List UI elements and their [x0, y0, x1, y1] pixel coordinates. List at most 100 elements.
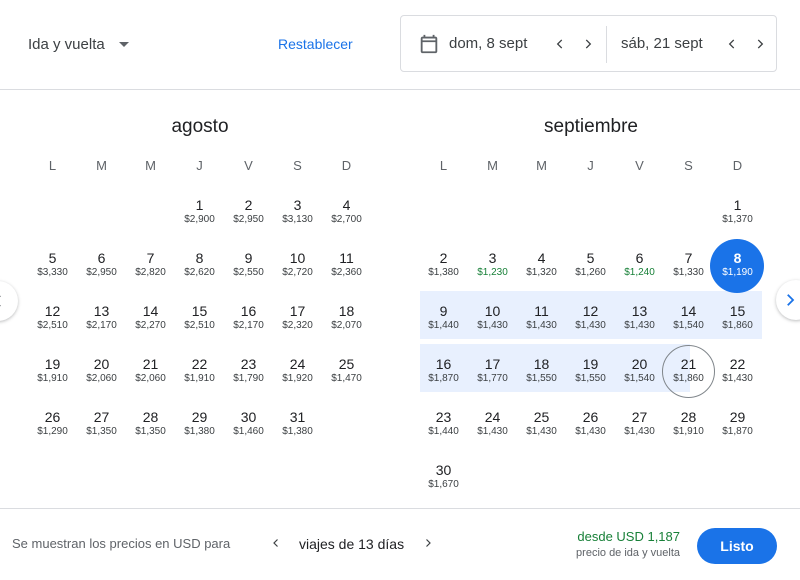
day-number: 25: [533, 409, 550, 425]
day-number: 8: [733, 250, 742, 266]
day-price: $2,950: [86, 267, 117, 278]
day-price: $2,070: [331, 320, 362, 331]
weekday-header: L: [439, 158, 448, 173]
calendar-day[interactable]: 3 $1,230: [468, 239, 517, 291]
day-number: 4: [537, 250, 546, 266]
day-number: 20: [93, 356, 110, 372]
calendar-day[interactable]: 27 $1,350: [77, 398, 126, 450]
departure-next-button[interactable]: [579, 35, 597, 53]
calendar-day[interactable]: 9 $1,440: [419, 292, 468, 344]
calendar-day[interactable]: 7 $2,820: [126, 239, 175, 291]
calendar-day[interactable]: 14 $2,270: [126, 292, 175, 344]
return-date-field[interactable]: sáb, 21 sept: [621, 35, 703, 52]
day-price: $3,330: [37, 267, 68, 278]
day-number: 3: [293, 197, 302, 213]
calendar-day[interactable]: 19 $1,910: [28, 345, 77, 397]
calendar-day[interactable]: 23 $1,440: [419, 398, 468, 450]
calendar-day[interactable]: 15 $2,510: [175, 292, 224, 344]
day-price: $2,320: [282, 320, 313, 331]
day-number: 29: [729, 409, 746, 425]
calendar-day[interactable]: 29 $1,870: [713, 398, 762, 450]
calendar-day[interactable]: 4 $2,700: [322, 186, 371, 238]
calendar-day[interactable]: 1 $2,900: [175, 186, 224, 238]
calendar-day[interactable]: 13 $1,430: [615, 292, 664, 344]
calendar-day[interactable]: 3 $3,130: [273, 186, 322, 238]
trip-length-next-button[interactable]: [419, 534, 437, 552]
calendar-day[interactable]: 10 $1,430: [468, 292, 517, 344]
calendar-day[interactable]: 2 $2,950: [224, 186, 273, 238]
calendar-day[interactable]: 27 $1,430: [615, 398, 664, 450]
calendar-day[interactable]: 16 $1,870: [419, 345, 468, 397]
calendar-day[interactable]: 14 $1,540: [664, 292, 713, 344]
calendar-day[interactable]: 25 $1,470: [322, 345, 371, 397]
calendar-day[interactable]: 2 $1,380: [419, 239, 468, 291]
calendar-day[interactable]: 6 $2,950: [77, 239, 126, 291]
calendar-day[interactable]: 8 $2,620: [175, 239, 224, 291]
calendar-day[interactable]: 4 $1,320: [517, 239, 566, 291]
day-price: $1,550: [526, 373, 557, 384]
departure-date-field[interactable]: dom, 8 sept: [449, 35, 527, 52]
calendar-day[interactable]: 19 $1,550: [566, 345, 615, 397]
day-price: $2,170: [86, 320, 117, 331]
reset-button[interactable]: Restablecer: [278, 36, 353, 52]
calendar-day[interactable]: 20 $1,540: [615, 345, 664, 397]
calendar-day[interactable]: 20 $2,060: [77, 345, 126, 397]
calendar-day[interactable]: 13 $2,170: [77, 292, 126, 344]
day-number: 13: [93, 303, 110, 319]
day-number: 11: [339, 250, 354, 266]
calendar-day[interactable]: 24 $1,430: [468, 398, 517, 450]
calendar-day[interactable]: 24 $1,920: [273, 345, 322, 397]
day-price: $1,870: [428, 373, 459, 384]
day-number: 26: [582, 409, 599, 425]
calendar-day[interactable]: 28 $1,910: [664, 398, 713, 450]
calendar-day[interactable]: 16 $2,170: [224, 292, 273, 344]
calendar-day[interactable]: 17 $1,770: [468, 345, 517, 397]
calendar-day[interactable]: 11 $1,430: [517, 292, 566, 344]
calendar-day[interactable]: 23 $1,790: [224, 345, 273, 397]
calendar-day[interactable]: 11 $2,360: [322, 239, 371, 291]
day-price: $1,910: [184, 373, 215, 384]
day-price: $1,460: [233, 426, 264, 437]
day-price: $1,540: [673, 320, 704, 331]
day-price: $1,430: [526, 320, 557, 331]
calendar-day[interactable]: 17 $2,320: [273, 292, 322, 344]
calendar-day[interactable]: 12 $2,510: [28, 292, 77, 344]
calendar-day[interactable]: 7 $1,330: [664, 239, 713, 291]
day-price: $1,260: [575, 267, 606, 278]
calendar-day[interactable]: 22 $1,910: [175, 345, 224, 397]
calendar-day[interactable]: 9 $2,550: [224, 239, 273, 291]
day-number: 5: [586, 250, 595, 266]
calendar-day[interactable]: 26 $1,430: [566, 398, 615, 450]
calendar-day[interactable]: 5 $1,260: [566, 239, 615, 291]
calendar-day[interactable]: 30 $1,670: [419, 451, 468, 503]
calendar-day[interactable]: 8 $1,190: [710, 239, 764, 293]
calendar-day[interactable]: 25 $1,430: [517, 398, 566, 450]
calendar-day[interactable]: 12 $1,430: [566, 292, 615, 344]
day-price: $1,240: [624, 267, 655, 278]
calendar-day[interactable]: 18 $2,070: [322, 292, 371, 344]
date-range-field: dom, 8 sept sáb, 21 sept: [400, 15, 777, 72]
departure-prev-button[interactable]: [551, 35, 569, 53]
calendar-day[interactable]: 10 $2,720: [273, 239, 322, 291]
calendar-day[interactable]: 5 $3,330: [28, 239, 77, 291]
return-prev-button[interactable]: [723, 35, 741, 53]
calendar-day[interactable]: 30 $1,460: [224, 398, 273, 450]
next-month-button[interactable]: [776, 280, 800, 320]
done-button[interactable]: Listo: [697, 528, 777, 564]
trip-length-prev-button[interactable]: [267, 534, 285, 552]
calendar-day[interactable]: 26 $1,290: [28, 398, 77, 450]
calendar-day[interactable]: 1 $1,370: [713, 186, 762, 238]
calendar-day[interactable]: 21 $2,060: [126, 345, 175, 397]
calendar-day[interactable]: 15 $1,860: [713, 292, 762, 344]
calendar-day[interactable]: 22 $1,430: [713, 345, 762, 397]
calendar-day[interactable]: 6 $1,240: [615, 239, 664, 291]
calendar-day[interactable]: 31 $1,380: [273, 398, 322, 450]
calendar-day[interactable]: 28 $1,350: [126, 398, 175, 450]
calendar-day[interactable]: 21 $1,860: [662, 345, 715, 398]
day-price: $1,430: [575, 320, 606, 331]
calendar-day[interactable]: 18 $1,550: [517, 345, 566, 397]
calendar-day[interactable]: 29 $1,380: [175, 398, 224, 450]
trip-type-dropdown[interactable]: Ida y vuelta: [28, 30, 129, 58]
return-next-button[interactable]: [751, 35, 769, 53]
previous-month-button[interactable]: [0, 281, 18, 321]
